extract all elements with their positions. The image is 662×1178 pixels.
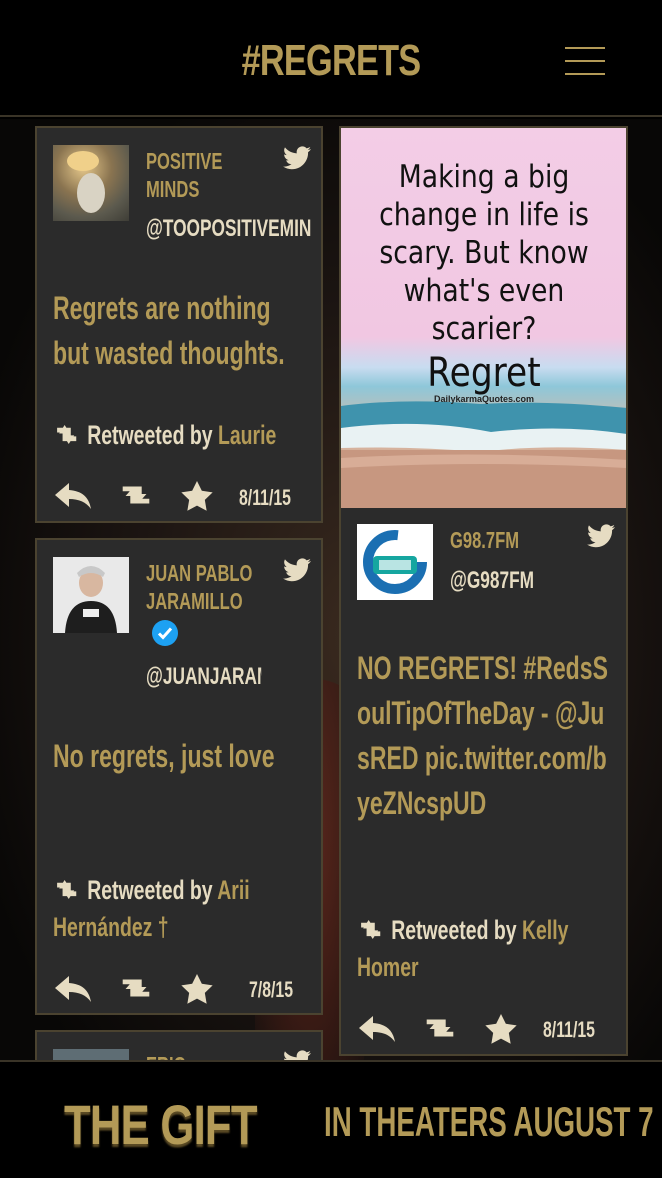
verified-badge-icon: [152, 620, 178, 646]
retweeter-name[interactable]: Laurie: [218, 420, 276, 450]
retweet-icon[interactable]: [421, 1014, 459, 1042]
twitter-bird-icon[interactable]: [283, 146, 311, 170]
retweet-icon: [57, 879, 77, 899]
tweet-card: Making a big change in life is scary. Bu…: [339, 126, 628, 1056]
twitter-bird-icon[interactable]: [283, 558, 311, 582]
avatar[interactable]: [53, 145, 129, 221]
tweet-card: ERIC CALBILLO: [35, 1030, 323, 1060]
reply-icon[interactable]: [53, 974, 93, 1004]
release-date-text: IN THEATERS AUGUST 7: [324, 1098, 654, 1145]
retweet-icon[interactable]: [117, 481, 155, 509]
retweeted-label: Retweeted by: [87, 420, 213, 450]
tweet-author[interactable]: ERIC CALBILLO: [146, 1051, 254, 1060]
favorite-star-icon[interactable]: [181, 481, 213, 511]
tweet-image[interactable]: Making a big change in life is scary. Bu…: [341, 128, 626, 508]
header: #REGRETS: [0, 0, 662, 117]
tweet-handle[interactable]: @TOOPOSITIVEMIN: [146, 215, 311, 243]
favorite-star-icon[interactable]: [485, 1014, 517, 1044]
tweet-feed[interactable]: POSITIVE MINDS @TOOPOSITIVEMIN Regrets a…: [0, 119, 662, 1060]
tweet-card: JUAN PABLO JARAMILLO @JUANJARAMILLO No r…: [35, 538, 323, 1015]
avatar[interactable]: [53, 557, 129, 633]
tweet-author[interactable]: JUAN PABLO JARAMILLO: [146, 559, 254, 615]
twitter-bird-icon[interactable]: [283, 1050, 311, 1060]
tweet-date: 7/8/15: [249, 977, 294, 1002]
avatar[interactable]: [53, 1049, 129, 1060]
tweet-author[interactable]: G98.7FM: [450, 526, 519, 554]
hamburger-menu-icon[interactable]: [565, 44, 605, 78]
tweet-handle[interactable]: @JUANJARAMILLO: [146, 663, 261, 691]
tweet-card: POSITIVE MINDS @TOOPOSITIVEMIN Regrets a…: [35, 126, 323, 523]
tweet-text: Regrets are nothing but wasted thoughts.: [53, 290, 285, 371]
avatar[interactable]: [357, 524, 433, 600]
reply-icon[interactable]: [53, 481, 93, 511]
twitter-bird-icon[interactable]: [587, 524, 615, 548]
reply-icon[interactable]: [357, 1014, 397, 1044]
retweet-info: Retweeted by Laurie: [53, 417, 291, 454]
footer-banner[interactable]: THE GIFT IN THEATERS AUGUST 7: [0, 1060, 662, 1178]
tweet-date: 8/11/15: [543, 1017, 595, 1042]
page-title: #REGRETS: [241, 36, 422, 85]
quote-source: DailykarmaQuotes.com: [433, 394, 535, 404]
retweet-icon: [361, 919, 381, 939]
tweet-handle[interactable]: @G987FM: [450, 567, 534, 595]
retweet-info: Retweeted by Kelly Homer: [357, 912, 595, 986]
film-title-logo: THE GIFT: [64, 1093, 258, 1156]
tweet-text: NO REGRETS! #RedsSoulTipOfTheDay - @JusR…: [357, 650, 608, 821]
tweet-author[interactable]: POSITIVE MINDS: [146, 147, 232, 203]
quote-emphasis: Regret: [427, 350, 541, 396]
retweet-icon: [57, 424, 77, 444]
tweet-text: No regrets, just love: [53, 738, 275, 774]
retweeted-label: Retweeted by: [391, 915, 517, 945]
tweet-date: 8/11/15: [239, 485, 291, 510]
retweet-icon[interactable]: [117, 974, 155, 1002]
favorite-star-icon[interactable]: [181, 974, 213, 1004]
quote-text: Making a big change in life is scary. Bu…: [379, 159, 589, 347]
retweeted-label: Retweeted by: [87, 875, 213, 905]
retweet-info: Retweeted by Arii Hernández †: [53, 872, 291, 946]
